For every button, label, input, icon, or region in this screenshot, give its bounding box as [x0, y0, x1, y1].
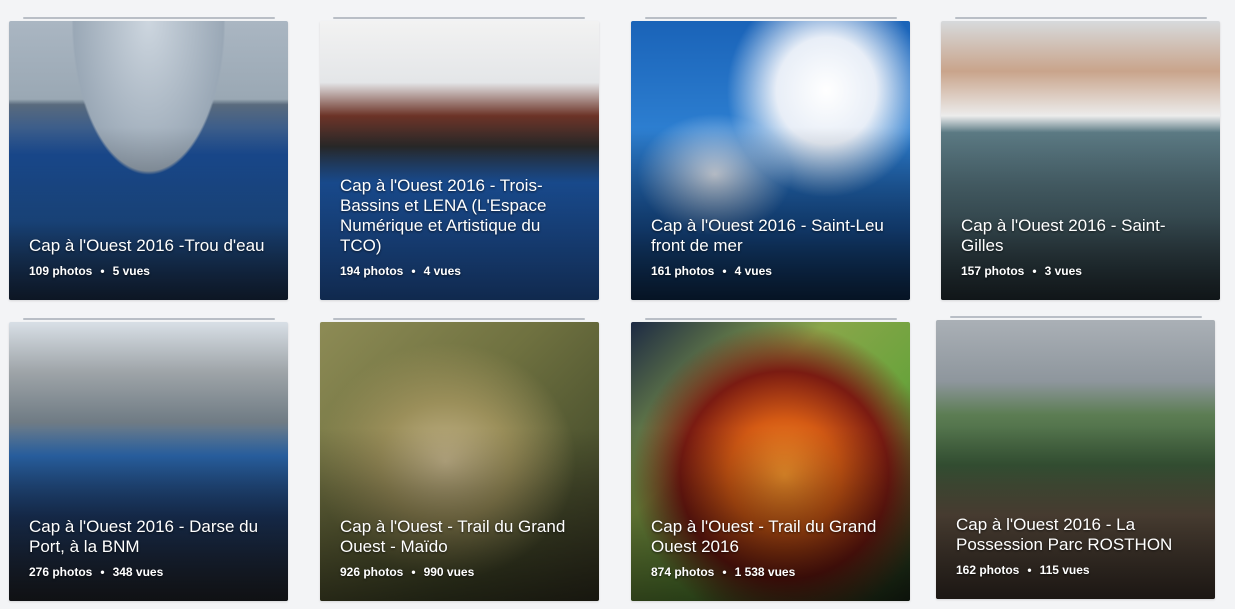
album-title[interactable]: Cap à l'Ouest 2016 - Saint-Leu front de … — [651, 216, 896, 256]
album-title[interactable]: Cap à l'Ouest 2016 -Trou d'eau — [29, 236, 274, 256]
separator-dot: • — [722, 264, 727, 278]
separator-dot: • — [411, 565, 416, 579]
photo-count: 276 photos — [29, 565, 93, 579]
separator-dot: • — [100, 565, 105, 579]
album-card[interactable]: Cap à l'Ouest 2016 - Saint-Gilles 157 ph… — [941, 21, 1220, 300]
album-stack-indicator — [23, 17, 275, 19]
view-count: 115 vues — [1039, 563, 1090, 577]
album-stats: 874 photos • 1 538 vues — [651, 565, 896, 579]
album-card[interactable]: Cap à l'Ouest 2016 - Saint-Leu front de … — [631, 21, 910, 300]
album-title[interactable]: Cap à l'Ouest 2016 - Trois-Bassins et LE… — [340, 176, 585, 256]
album-stack-indicator — [645, 17, 897, 19]
album-meta: Cap à l'Ouest - Trail du Grand Ouest - M… — [340, 517, 585, 579]
album-card[interactable]: Cap à l'Ouest 2016 - Darse du Port, à la… — [9, 322, 288, 601]
album-stats: 161 photos • 4 vues — [651, 264, 896, 278]
view-count: 4 vues — [734, 264, 772, 278]
separator-dot: • — [1032, 264, 1037, 278]
album-stats: 926 photos • 990 vues — [340, 565, 585, 579]
view-count: 1 538 vues — [734, 565, 796, 579]
album-stack-indicator — [955, 17, 1207, 19]
separator-dot: • — [100, 264, 105, 278]
view-count: 3 vues — [1044, 264, 1082, 278]
album-meta: Cap à l'Ouest - Trail du Grand Ouest 201… — [651, 517, 896, 579]
photo-count: 194 photos — [340, 264, 404, 278]
album-stats: 194 photos • 4 vues — [340, 264, 585, 278]
photo-count: 161 photos — [651, 264, 715, 278]
album-meta: Cap à l'Ouest 2016 - La Possession Parc … — [956, 515, 1201, 577]
view-count: 5 vues — [112, 264, 150, 278]
photo-count: 157 photos — [961, 264, 1025, 278]
album-title[interactable]: Cap à l'Ouest 2016 - Saint-Gilles — [961, 216, 1206, 256]
album-stats: 162 photos • 115 vues — [956, 563, 1201, 577]
album-title[interactable]: Cap à l'Ouest 2016 - Darse du Port, à la… — [29, 517, 274, 557]
separator-dot: • — [722, 565, 727, 579]
album-stats: 157 photos • 3 vues — [961, 264, 1206, 278]
album-meta: Cap à l'Ouest 2016 - Saint-Leu front de … — [651, 216, 896, 278]
album-card[interactable]: Cap à l'Ouest - Trail du Grand Ouest 201… — [631, 322, 910, 601]
album-stack-indicator — [645, 318, 897, 320]
album-meta: Cap à l'Ouest 2016 -Trou d'eau 109 photo… — [29, 236, 274, 278]
view-count: 348 vues — [112, 565, 164, 579]
album-card[interactable]: Cap à l'Ouest 2016 - Trois-Bassins et LE… — [320, 21, 599, 300]
album-title[interactable]: Cap à l'Ouest 2016 - La Possession Parc … — [956, 515, 1201, 555]
album-meta: Cap à l'Ouest 2016 - Saint-Gilles 157 ph… — [961, 216, 1206, 278]
album-stats: 276 photos • 348 vues — [29, 565, 274, 579]
album-stack-indicator — [333, 318, 585, 320]
album-stack-indicator — [333, 17, 585, 19]
album-meta: Cap à l'Ouest 2016 - Darse du Port, à la… — [29, 517, 274, 579]
separator-dot: • — [411, 264, 416, 278]
photo-count: 109 photos — [29, 264, 93, 278]
album-card[interactable]: Cap à l'Ouest 2016 - La Possession Parc … — [936, 320, 1215, 599]
view-count: 990 vues — [423, 565, 475, 579]
photo-count: 162 photos — [956, 563, 1020, 577]
view-count: 4 vues — [423, 264, 461, 278]
album-title[interactable]: Cap à l'Ouest - Trail du Grand Ouest 201… — [651, 517, 896, 557]
separator-dot: • — [1027, 563, 1032, 577]
album-stack-indicator — [950, 316, 1202, 318]
photo-count: 874 photos — [651, 565, 715, 579]
album-stack-indicator — [23, 318, 275, 320]
album-stats: 109 photos • 5 vues — [29, 264, 274, 278]
album-card[interactable]: Cap à l'Ouest - Trail du Grand Ouest - M… — [320, 322, 599, 601]
album-meta: Cap à l'Ouest 2016 - Trois-Bassins et LE… — [340, 176, 585, 278]
photo-count: 926 photos — [340, 565, 404, 579]
album-card[interactable]: Cap à l'Ouest 2016 -Trou d'eau 109 photo… — [9, 21, 288, 300]
album-title[interactable]: Cap à l'Ouest - Trail du Grand Ouest - M… — [340, 517, 585, 557]
